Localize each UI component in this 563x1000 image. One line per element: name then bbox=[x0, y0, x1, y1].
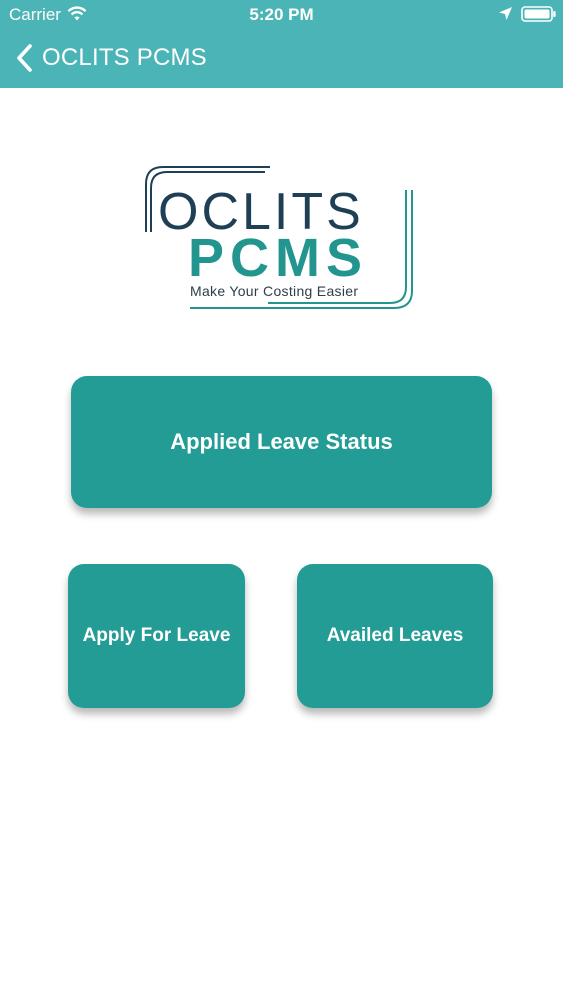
location-icon bbox=[499, 7, 512, 20]
app-logo: OCLITS PCMS Make Your Costing Easier bbox=[140, 162, 425, 314]
applied-leave-status-label: Applied Leave Status bbox=[170, 429, 393, 454]
back-button[interactable]: OCLITS PCMS bbox=[14, 40, 207, 76]
status-time: 5:20 PM bbox=[249, 5, 314, 24]
nav-title: OCLITS PCMS bbox=[42, 44, 207, 71]
applied-leave-status-button[interactable]: Applied Leave Status bbox=[71, 376, 492, 508]
header: Carrier 5:20 PM OCLITS PCMS bbox=[0, 0, 563, 88]
logo-tagline: Make Your Costing Easier bbox=[190, 283, 359, 299]
status-bar: Carrier 5:20 PM bbox=[0, 0, 563, 30]
logo-text-pcms: PCMS bbox=[188, 228, 369, 288]
availed-leaves-label: Availed Leaves bbox=[326, 625, 464, 646]
apply-for-leave-label: Apply For Leave bbox=[82, 625, 231, 646]
screen: Carrier 5:20 PM OCLITS PCMS OCLITS PCMS … bbox=[0, 0, 563, 1000]
nav-bar: OCLITS PCMS bbox=[0, 30, 563, 88]
battery-icon bbox=[521, 6, 556, 22]
chevron-left-icon bbox=[17, 44, 32, 72]
availed-leaves-button[interactable]: Availed Leaves bbox=[297, 564, 493, 708]
apply-for-leave-button[interactable]: Apply For Leave bbox=[68, 564, 245, 708]
